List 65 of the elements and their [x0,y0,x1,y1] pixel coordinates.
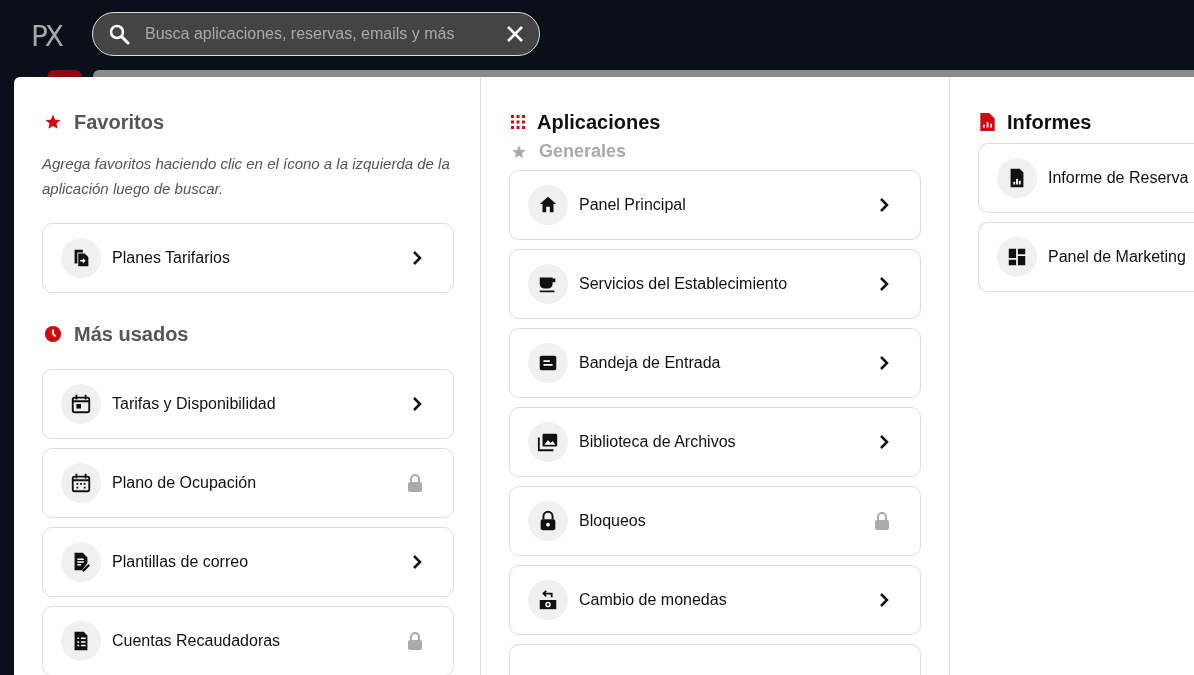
section-title: Más usados [74,322,189,346]
calendar-grid-icon [61,463,101,503]
app-card[interactable]: Plano de Ocupación [42,448,454,518]
group-title: Generales [539,141,627,162]
app-label: Tarifas y Disponibilidad [112,395,277,413]
app-card[interactable]: Bandeja de Entrada [509,328,921,398]
app-card[interactable]: Biblioteca de Archivos [509,407,921,477]
app-label: Bandeja de Entrada [579,354,722,372]
favorites-hint: Agrega favoritos haciendo clic en el ícono a la izquierda de la aplicación luego de buscar. [42,154,451,199]
clock-icon [44,325,62,343]
section-title: Favoritos [74,110,165,134]
report-card[interactable]: Informe de Reserva [978,143,1194,213]
edit-note-icon [61,542,101,582]
app-label: Planes Tarifarios [112,249,231,267]
search-icon [107,22,131,46]
report-label: Informe de Reserva [1048,169,1190,187]
chevron-right-icon [878,197,890,213]
app-card[interactable]: Cuentas Recaudadoras [42,606,454,675]
money-exchange-icon [528,580,568,620]
lock-icon [874,511,890,531]
app-card[interactable]: Cambio de monedas [509,565,921,635]
section-title: Aplicaciones [537,110,661,134]
app-card[interactable]: Plantillas de correo [42,527,454,597]
app-label: Panel Principal [579,196,687,214]
photo-library-icon [528,422,568,462]
cup-icon [528,264,568,304]
chevron-right-icon [878,592,890,608]
search-field[interactable]: Busca aplicaciones, reservas, emails y más [143,24,493,44]
app-card[interactable]: Bloqueos [509,486,921,556]
app-label: Biblioteca de Archivos [579,433,737,451]
logo: PX [29,19,63,53]
app-card[interactable]: Servicios del Establecimiento [509,249,921,319]
lock-icon [407,473,423,493]
copy-doc-icon [61,238,101,278]
calendar-icon [61,384,101,424]
lock-icon [528,501,568,541]
app-card[interactable]: Planes Tarifarios [42,223,454,293]
app-label: Bloqueos [579,512,647,530]
report-icon [980,113,995,131]
section-title: Informes [1007,110,1092,134]
app-label: Plano de Ocupación [112,474,258,492]
chevron-right-icon [411,554,423,570]
lock-icon [407,631,423,651]
chevron-right-icon [878,355,890,371]
chart-document-icon [997,158,1037,198]
chevron-right-icon [878,276,890,292]
app-label: Plantillas de correo [112,553,250,571]
report-card[interactable]: Panel de Marketing [978,222,1194,292]
star-icon [44,113,62,131]
close-icon[interactable] [505,24,525,44]
dashboard-icon [997,237,1037,277]
document-list-icon [61,621,101,661]
grid-icon [511,115,525,129]
home-icon [528,185,568,225]
chevron-right-icon [411,250,423,266]
app-label: Cambio de monedas [579,591,728,609]
search-bar[interactable]: Busca aplicaciones, reservas, emails y más [92,12,540,56]
app-label: Servicios del Establecimiento [579,275,789,293]
chevron-right-icon [878,434,890,450]
app-card[interactable]: Tarifas y Disponibilidad [42,369,454,439]
report-label: Panel de Marketing [1048,248,1187,266]
app-label: Cuentas Recaudadoras [112,632,282,650]
inbox-icon [528,343,568,383]
app-card[interactable]: Panel Principal [509,170,921,240]
chevron-right-icon [411,396,423,412]
